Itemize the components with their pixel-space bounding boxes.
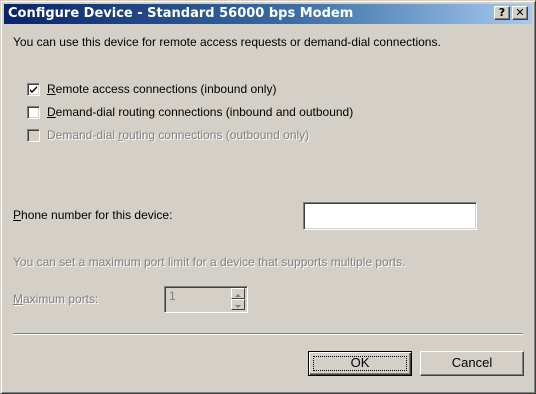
spin-down-button bbox=[231, 299, 245, 310]
maximum-ports-spinner: 1 bbox=[164, 286, 248, 313]
maximum-ports-label: Maximum ports: bbox=[13, 292, 99, 306]
demand-dial-inbound-outbound-checkbox[interactable] bbox=[27, 106, 40, 119]
close-button[interactable]: ✕ bbox=[512, 6, 528, 20]
spin-up-button bbox=[231, 288, 245, 299]
dialog-title: Configure Device - Standard 56000 bps Mo… bbox=[8, 6, 354, 21]
demand-dial-outbound-checkbox bbox=[27, 129, 40, 142]
close-icon: ✕ bbox=[515, 6, 525, 19]
phone-number-label: Phone number for this device: bbox=[13, 208, 173, 222]
title-bar[interactable]: Configure Device - Standard 56000 bps Mo… bbox=[4, 4, 532, 24]
focus-rect bbox=[313, 356, 407, 371]
separator bbox=[13, 333, 523, 335]
remote-access-checkbox[interactable] bbox=[27, 83, 40, 96]
demand-dial-outbound-label: Demand-dial routing connections (outboun… bbox=[47, 128, 310, 142]
intro-text: You can use this device for remote acces… bbox=[13, 35, 441, 49]
ok-button[interactable]: OK bbox=[308, 351, 412, 376]
help-icon: ? bbox=[498, 6, 506, 19]
port-limit-info-text: You can set a maximum port limit for a d… bbox=[13, 255, 406, 269]
demand-dial-inbound-outbound-label[interactable]: Demand-dial routing connections (inbound… bbox=[47, 105, 353, 119]
configure-device-dialog: Configure Device - Standard 56000 bps Mo… bbox=[0, 0, 536, 394]
help-button[interactable]: ? bbox=[494, 6, 510, 20]
chevron-down-icon bbox=[235, 305, 241, 308]
phone-number-input[interactable] bbox=[303, 202, 477, 230]
cancel-button[interactable]: Cancel bbox=[420, 351, 524, 376]
remote-access-label[interactable]: Remote access connections (inbound only) bbox=[47, 82, 276, 96]
maximum-ports-value: 1 bbox=[169, 289, 176, 303]
checkmark-icon bbox=[30, 86, 37, 93]
